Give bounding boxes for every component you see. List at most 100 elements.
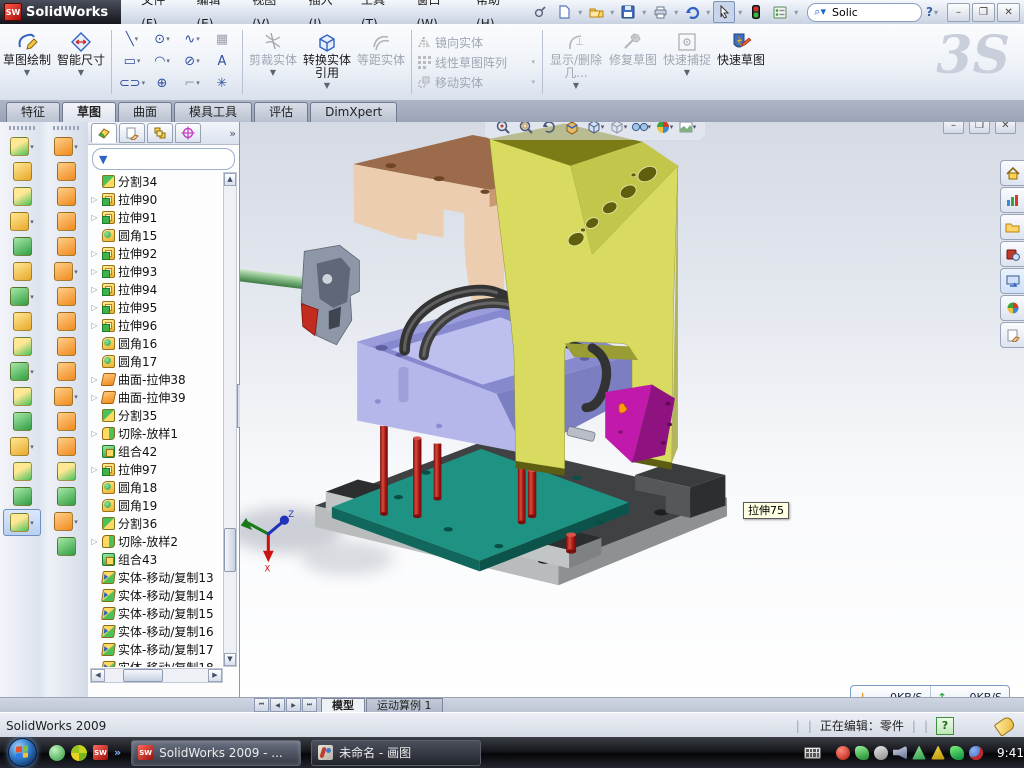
design-library-tab-icon[interactable]: [1000, 214, 1024, 240]
feature-toolbar-icon[interactable]: [4, 334, 40, 359]
command-tab-DimXpert[interactable]: DimXpert: [310, 102, 397, 122]
sketch-fillet-tool-button[interactable]: ⌐▾: [177, 76, 207, 91]
tray-warning-icon[interactable]: [931, 746, 945, 760]
doc-restore-button[interactable]: ❐: [969, 122, 990, 134]
feature-tree-item[interactable]: 圆角15: [90, 226, 226, 244]
surface-toolbar-icon[interactable]: [48, 409, 84, 434]
polygon-tool-button[interactable]: ⊕: [147, 76, 177, 91]
appearances-tab-icon[interactable]: [1000, 295, 1024, 321]
expand-arrow-icon[interactable]: ▷: [90, 429, 99, 438]
feature-toolbar-icon[interactable]: [4, 159, 40, 184]
dropdown-arrow[interactable]: ▾: [30, 218, 34, 226]
edit-appearance-icon[interactable]: ▾: [654, 122, 674, 137]
feature-toolbar-icon[interactable]: ▾: [4, 134, 40, 159]
feature-toolbar-icon[interactable]: ▾: [3, 509, 41, 536]
rectangle-tool-button[interactable]: ▭▾: [117, 54, 147, 69]
feature-tree-item[interactable]: ▷曲面-拉伸38: [90, 370, 226, 388]
scroll-down-arrow[interactable]: ▼: [224, 653, 236, 666]
feature-toolbar-icon[interactable]: [4, 409, 40, 434]
dropdown-arrow[interactable]: ▾: [794, 8, 798, 17]
dropdown-arrow[interactable]: ▾: [934, 8, 938, 17]
feature-tree-item[interactable]: ▷拉伸90: [90, 190, 226, 208]
feature-tree-item[interactable]: 实体-移动/复制14: [90, 586, 226, 604]
feature-tree-item[interactable]: 组合43: [90, 550, 226, 568]
convert-entities-button[interactable]: 转换实体引用 ▼: [301, 27, 353, 97]
expand-arrow-icon[interactable]: ▷: [90, 249, 99, 258]
feature-tree-item[interactable]: 分割35: [90, 406, 226, 424]
expand-arrow-icon[interactable]: ▷: [90, 375, 99, 384]
custom-properties-tab-icon[interactable]: [1000, 322, 1024, 348]
select-cursor-icon[interactable]: [713, 1, 735, 23]
language-keyboard-icon[interactable]: [804, 747, 821, 759]
expand-arrow-icon[interactable]: ▷: [90, 285, 99, 294]
print-icon[interactable]: [649, 1, 671, 23]
solidworks-search-box[interactable]: ⌕▾: [807, 3, 922, 22]
configuration-manager-tab[interactable]: [147, 123, 173, 143]
ellipse-tool-button[interactable]: ⊘▾: [177, 54, 207, 69]
insert-block-magenta[interactable]: [605, 385, 675, 463]
feature-tree-item[interactable]: 组合42: [90, 442, 226, 460]
expand-arrow-icon[interactable]: ▷: [90, 303, 99, 312]
rebuild-traffic-light-icon[interactable]: [745, 1, 767, 23]
feature-tree-item[interactable]: ▷拉伸96: [90, 316, 226, 334]
command-tab-模具工具[interactable]: 模具工具: [174, 102, 252, 122]
sketch-draw-button[interactable]: 草图绘制 ▼: [1, 27, 53, 97]
feature-toolbar-icon[interactable]: [4, 484, 40, 509]
doc-close-button[interactable]: ✕: [995, 122, 1016, 134]
search-input[interactable]: [830, 5, 904, 20]
first-tab-button[interactable]: ⏮: [254, 698, 269, 712]
circle-tool-button[interactable]: ⊙▾: [147, 32, 177, 47]
view-tab-model[interactable]: 模型: [321, 698, 365, 713]
dropdown-arrow[interactable]: ▾: [74, 393, 78, 401]
pin-toolbar-icon[interactable]: [529, 1, 551, 23]
expand-arrow-icon[interactable]: ▷: [90, 195, 99, 204]
text-tool-button[interactable]: A: [207, 54, 237, 69]
surface-toolbar-icon[interactable]: [48, 184, 84, 209]
taskbar-task-solidworks[interactable]: SWSolidWorks 2009 - ...: [131, 740, 301, 766]
feature-tree-item[interactable]: 实体-移动/复制16: [90, 622, 226, 640]
last-tab-button[interactable]: ⏭: [302, 698, 317, 712]
slot-tool-button[interactable]: ⊂⊃▾: [117, 76, 147, 91]
feature-toolbar-icon[interactable]: [4, 259, 40, 284]
expand-arrow-icon[interactable]: ▷: [90, 537, 99, 546]
dropdown-arrow[interactable]: ▾: [74, 143, 78, 151]
taskbar-task-paint[interactable]: 未命名 - 画图: [311, 740, 481, 766]
tray-volume-icon[interactable]: [893, 746, 907, 760]
dropdown-arrow[interactable]: ▾: [30, 293, 34, 301]
quick-launch-overflow-chevron[interactable]: »: [114, 746, 121, 759]
app-quick-launch-icon[interactable]: [71, 745, 87, 761]
quick-snap-button[interactable]: 快速捕捉 ▼: [661, 27, 713, 97]
toolbar-grip-handle[interactable]: [53, 126, 79, 130]
dropdown-arrow[interactable]: ▾: [674, 8, 678, 17]
dropdown-arrow[interactable]: ▾: [706, 8, 710, 17]
dropdown-arrow[interactable]: ▾: [30, 519, 34, 527]
feature-toolbar-icon[interactable]: ▾: [4, 359, 40, 384]
solidworks-quick-launch-icon[interactable]: SW: [93, 745, 108, 760]
sprue-assembly-gray[interactable]: [240, 245, 359, 345]
feature-tree-item[interactable]: 实体-移动/复制18: [90, 658, 226, 667]
mirror-entities-button[interactable]: 镜向实体: [417, 34, 537, 51]
feature-tree-item[interactable]: 圆角19: [90, 496, 226, 514]
feature-tree-item[interactable]: ▷拉伸93: [90, 262, 226, 280]
save-icon[interactable]: [617, 1, 639, 23]
section-view-icon[interactable]: [562, 122, 582, 137]
green-rod[interactable]: [240, 267, 309, 289]
help-icon[interactable]: ?: [926, 5, 933, 19]
line-tool-button[interactable]: ╲▾: [117, 32, 147, 47]
feature-tree-item[interactable]: ▷拉伸94: [90, 280, 226, 298]
red-pin-short[interactable]: [566, 533, 576, 554]
dropdown-arrow[interactable]: ▾: [30, 443, 34, 451]
feature-tree-item[interactable]: 实体-移动/复制15: [90, 604, 226, 622]
tray-update-icon[interactable]: [874, 746, 888, 760]
surface-toolbar-icon[interactable]: ▾: [48, 134, 84, 159]
feature-tree-item[interactable]: 分割34: [90, 172, 226, 190]
surface-toolbar-icon[interactable]: ▾: [48, 509, 84, 534]
tree-horizontal-scrollbar[interactable]: ◀ ▶: [90, 668, 223, 683]
offset-entities-button[interactable]: 等距实体: [355, 27, 407, 97]
property-manager-tab[interactable]: [119, 123, 145, 143]
surface-toolbar-icon[interactable]: [48, 284, 84, 309]
command-tab-评估[interactable]: 评估: [254, 102, 308, 122]
zoom-fit-icon[interactable]: [493, 122, 513, 137]
dropdown-arrow[interactable]: ▼: [24, 68, 30, 77]
feature-toolbar-icon[interactable]: ▾: [4, 434, 40, 459]
